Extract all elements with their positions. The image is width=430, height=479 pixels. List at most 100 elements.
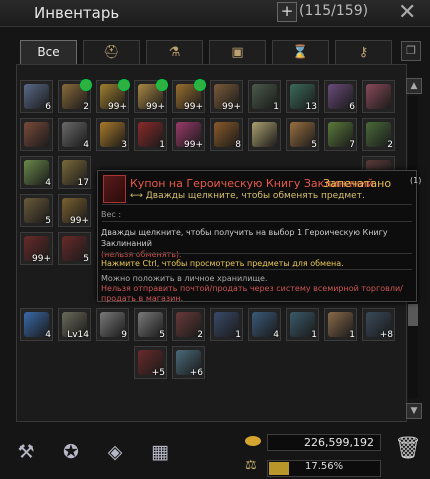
inventory-slot[interactable]: +6 bbox=[172, 346, 205, 379]
scroll-up-icon[interactable]: ▲ bbox=[406, 78, 422, 94]
item-count: 13 bbox=[305, 102, 317, 112]
inventory-slot[interactable]: 1 bbox=[134, 118, 167, 151]
scroll-thumb[interactable] bbox=[408, 304, 418, 326]
inventory-slot[interactable]: 9 bbox=[96, 308, 129, 341]
inventory-slot[interactable]: 4 bbox=[58, 118, 91, 151]
trash-icon[interactable]: 🗑 bbox=[394, 436, 422, 468]
tooltip-storage-note: Можно положить в личное хранилище. bbox=[101, 274, 268, 283]
item-count: 1 bbox=[273, 102, 279, 112]
item-count: 6 bbox=[45, 102, 51, 112]
scroll-down-icon[interactable]: ▼ bbox=[406, 403, 422, 419]
gold-amount: 226,599,192 bbox=[267, 434, 381, 451]
item-count: 2 bbox=[387, 140, 393, 150]
inventory-slot[interactable]: 4 bbox=[20, 156, 53, 189]
inventory-slot[interactable]: 7 bbox=[324, 118, 357, 151]
inventory-slot[interactable]: 8 bbox=[210, 118, 243, 151]
item-count: +6 bbox=[189, 368, 203, 378]
tooltip-description-text: Дважды щелкните, чтобы получить на выбор… bbox=[101, 228, 388, 248]
item-icon bbox=[252, 122, 277, 147]
inventory-slot[interactable]: 1 bbox=[286, 308, 319, 341]
tooltip-divider bbox=[102, 269, 412, 270]
item-count: 99+ bbox=[70, 216, 89, 226]
item-count: 5 bbox=[159, 330, 165, 340]
item-count: 3 bbox=[121, 140, 127, 150]
tab-all[interactable]: Все bbox=[20, 40, 77, 64]
item-count: 5 bbox=[311, 140, 317, 150]
inventory-slot[interactable]: 1 bbox=[210, 308, 243, 341]
tab-equipment[interactable]: ⛑ bbox=[83, 40, 140, 64]
plus-icon[interactable]: + bbox=[277, 2, 297, 22]
item-icon bbox=[24, 122, 49, 147]
inventory-slot[interactable]: 5 bbox=[134, 308, 167, 341]
chest-icon: ▣ bbox=[231, 45, 244, 60]
item-count: +8 bbox=[379, 330, 393, 340]
tab-boxes[interactable]: ▣ bbox=[209, 40, 266, 64]
item-count: 2 bbox=[197, 330, 203, 340]
tab-time-limited[interactable]: ⌛ bbox=[272, 40, 329, 64]
inventory-slot[interactable]: 99+ bbox=[20, 232, 53, 265]
inventory-slot[interactable]: 99+ bbox=[172, 118, 205, 151]
inventory-slot[interactable]: 5 bbox=[286, 118, 319, 151]
potion-icon: ⚗ bbox=[168, 45, 181, 60]
item-count: 99+ bbox=[32, 254, 51, 264]
inventory-slot[interactable]: 13 bbox=[286, 80, 319, 113]
key-icon: ⚷ bbox=[358, 45, 369, 60]
item-count: 99+ bbox=[184, 140, 203, 150]
item-count: 4 bbox=[45, 330, 51, 340]
anvil-icon[interactable]: ⚒ bbox=[12, 441, 40, 467]
inventory-slot[interactable]: 99+ bbox=[96, 79, 130, 113]
inventory-slot[interactable]: 2 bbox=[172, 308, 205, 341]
inventory-slot[interactable]: +8 bbox=[362, 308, 395, 341]
inventory-slot[interactable]: 3 bbox=[96, 118, 129, 151]
item-count: 4 bbox=[273, 330, 279, 340]
slot-count: (115/159) bbox=[299, 3, 369, 19]
inventory-slot[interactable]: 6 bbox=[20, 80, 53, 113]
inventory-slot[interactable]: 99+ bbox=[172, 79, 206, 113]
tab-consumables[interactable]: ⚗ bbox=[146, 40, 203, 64]
tooltip-restriction-note: Нельзя отправить почтой/продать через си… bbox=[101, 284, 403, 303]
tab-quest[interactable]: ⚷ bbox=[335, 40, 392, 64]
inventory-slot[interactable] bbox=[248, 118, 281, 151]
inventory-slot[interactable]: 2 bbox=[362, 118, 395, 151]
inventory-slot[interactable]: 6 bbox=[324, 80, 357, 113]
tooltip-sealed: Запечатано bbox=[323, 177, 392, 190]
item-count: 99+ bbox=[146, 102, 165, 112]
item-count: 4 bbox=[83, 140, 89, 150]
inventory-slot[interactable]: 4 bbox=[20, 308, 53, 341]
inventory-slot[interactable]: 99+ bbox=[210, 80, 243, 113]
tooltip-ctrl-hint: Нажмите Ctrl, чтобы просмотреть предметы… bbox=[101, 259, 344, 268]
inventory-slot[interactable]: 4 bbox=[248, 308, 281, 341]
inventory-slot[interactable]: 99+ bbox=[134, 79, 168, 113]
inventory-slot[interactable]: 2 bbox=[58, 79, 92, 113]
item-count: 1 bbox=[311, 330, 317, 340]
inventory-slot[interactable] bbox=[20, 118, 53, 151]
tooltip-divider bbox=[102, 204, 412, 205]
inventory-slot[interactable]: 99+ bbox=[58, 194, 91, 227]
inventory-slot[interactable]: 1 bbox=[324, 308, 357, 341]
item-count: 4 bbox=[45, 178, 51, 188]
hourglass-icon: ⌛ bbox=[292, 45, 309, 60]
category-tabs: Все ⛑ ⚗ ▣ ⌛ ⚷ bbox=[20, 40, 400, 64]
tooltip-divider bbox=[102, 221, 412, 222]
item-count: 2 bbox=[83, 102, 89, 112]
inventory-slot[interactable]: 1 bbox=[248, 80, 281, 113]
inventory-slot[interactable]: Lv14 bbox=[58, 308, 91, 341]
item-count: 99+ bbox=[184, 102, 203, 112]
extract-icon[interactable]: ◈ bbox=[101, 441, 129, 467]
new-badge-icon bbox=[118, 79, 130, 91]
box-icon[interactable]: ▦ bbox=[146, 441, 174, 467]
inventory-slot[interactable]: +5 bbox=[134, 346, 167, 379]
tooltip-weight: Вес : bbox=[101, 210, 122, 219]
new-badge-icon bbox=[80, 79, 92, 91]
sort-icon[interactable]: ❐ bbox=[401, 41, 421, 61]
inventory-slot[interactable]: 5 bbox=[20, 194, 53, 227]
inventory-slot[interactable]: 17 bbox=[58, 156, 91, 189]
close-icon[interactable]: ✕ bbox=[398, 0, 416, 25]
new-badge-icon bbox=[194, 79, 206, 91]
item-count: 7 bbox=[349, 140, 355, 150]
item-count: 5 bbox=[83, 254, 89, 264]
inventory-slot[interactable] bbox=[362, 80, 395, 113]
enchant-icon[interactable]: ✪ bbox=[57, 441, 85, 467]
item-count: 17 bbox=[77, 178, 89, 188]
inventory-slot[interactable]: 5 bbox=[58, 232, 91, 265]
